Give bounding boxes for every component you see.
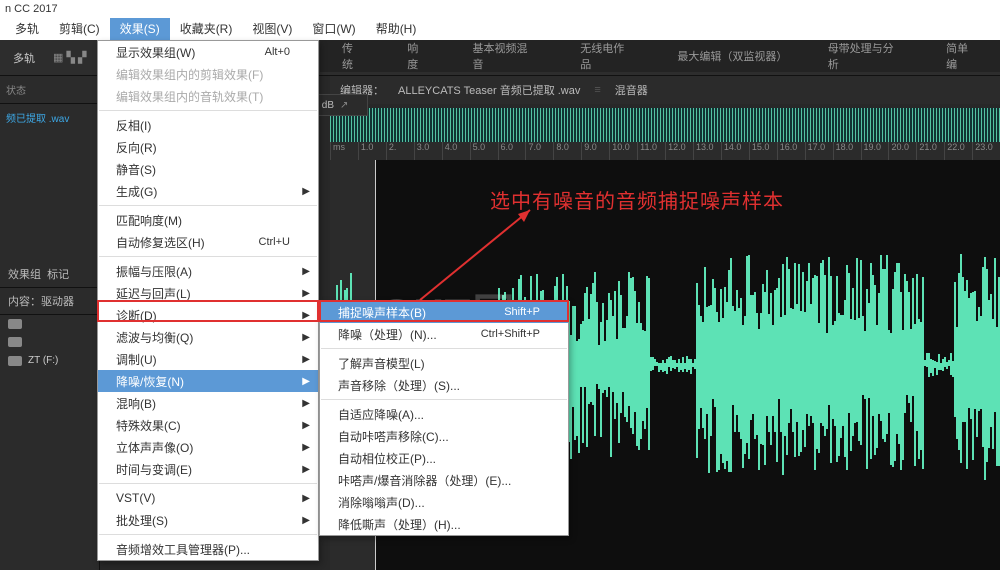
chevron-right-icon: ▶ (302, 442, 310, 453)
chevron-right-icon: ▶ (302, 266, 310, 277)
menu-item[interactable]: 反向(R) (98, 136, 318, 158)
menu-item[interactable]: 收藏夹(R) (170, 18, 243, 40)
menu-item: 编辑效果组内的剪辑效果(F) (98, 63, 318, 85)
menu-item[interactable]: 生成(G)▶ (98, 180, 318, 202)
menu-item[interactable]: 混响(B)▶ (98, 392, 318, 414)
time-ruler[interactable]: ms1.02.3.04.05.06.07.08.09.010.011.012.0… (330, 142, 1000, 160)
content-row[interactable]: 内容：驱动器 (0, 288, 99, 315)
menu-item[interactable]: 立体声声像(O)▶ (98, 436, 318, 458)
menu-item[interactable]: VST(V)▶ (98, 487, 318, 509)
noise-submenu[interactable]: 捕捉噪声样本(B)Shift+P降噪（处理）(N)...Ctrl+Shift+P… (319, 300, 569, 536)
workspace-switcher: 传统响度基本视频混音无线电作品最大编辑（双监视器）母带处理与分析简单编 (320, 40, 1000, 72)
toolbar-tab[interactable]: 多轨 (5, 50, 43, 66)
menu-item[interactable]: 自适应降噪(A)... (320, 403, 568, 425)
menu-item[interactable]: 音频增效工具管理器(P)... (98, 538, 318, 560)
menu-icon[interactable]: ≡ (594, 84, 600, 96)
workspace-tab[interactable]: 无线电作品 (558, 40, 655, 72)
menu-item[interactable]: 降噪/恢复(N)▶ (98, 370, 318, 392)
chevron-right-icon: ▶ (302, 354, 310, 365)
chevron-right-icon: ▶ (302, 464, 310, 475)
menu-item[interactable]: 反相(I) (98, 114, 318, 136)
menu-item[interactable]: 剪辑(C) (49, 18, 110, 40)
panel-tabs[interactable]: 效果组 标记 (0, 261, 99, 288)
waveform-overview[interactable] (330, 108, 1000, 142)
menu-item[interactable]: 效果(S) (110, 18, 170, 40)
chevron-right-icon: ▶ (302, 420, 310, 431)
workspace-tab[interactable]: 基本视频混音 (451, 40, 559, 72)
workspace-tab[interactable]: 传统 (320, 40, 385, 72)
workspace-tab[interactable]: 最大编辑（双监视器） (655, 48, 805, 64)
workspace-tab[interactable]: 响度 (385, 40, 450, 72)
menu-item[interactable]: 匹配响度(M) (98, 209, 318, 231)
menu-item[interactable]: 捕捉噪声样本(B)Shift+P (320, 301, 568, 323)
menu-item[interactable]: 消除嗡嗡声(D)... (320, 491, 568, 513)
workspace-tab[interactable]: 简单编 (924, 40, 1000, 72)
drive-item[interactable] (0, 315, 99, 333)
menu-item[interactable]: 显示效果组(W)Alt+0 (98, 41, 318, 63)
menu-item[interactable]: 时间与变调(E)▶ (98, 458, 318, 480)
toolbar-icons[interactable]: ▦ ▚ ▞ (53, 51, 86, 64)
menu-item[interactable]: 自动相位校正(P)... (320, 447, 568, 469)
menu-item[interactable]: 声音移除（处理）(S)... (320, 374, 568, 396)
menu-item[interactable]: 了解声音模型(L) (320, 352, 568, 374)
drive-icon (8, 356, 22, 366)
chevron-right-icon: ▶ (302, 376, 310, 387)
drive-item[interactable] (0, 333, 99, 351)
menu-item[interactable]: 调制(U)▶ (98, 348, 318, 370)
menu-item[interactable]: 批处理(S)▶ (98, 509, 318, 531)
chevron-right-icon: ▶ (302, 288, 310, 299)
menu-item: 编辑效果组内的音轨效果(T) (98, 85, 318, 107)
menu-item[interactable]: 振幅与压限(A)▶ (98, 260, 318, 282)
chevron-right-icon: ▶ (302, 493, 310, 504)
menu-item[interactable]: 自动咔嗒声移除(C)... (320, 425, 568, 447)
menu-item[interactable]: 延迟与回声(L)▶ (98, 282, 318, 304)
menu-item[interactable]: 降低嘶声（处理）(H)... (320, 513, 568, 535)
file-item[interactable]: 频已提取 .wav (0, 104, 99, 131)
chevron-right-icon: ▶ (302, 186, 310, 197)
arrow-icon: ↗ (340, 100, 348, 111)
menu-item[interactable]: 滤波与均衡(Q)▶ (98, 326, 318, 348)
workspace-tab[interactable]: 母带处理与分析 (806, 40, 924, 72)
menu-item[interactable]: 诊断(D)▶ (98, 304, 318, 326)
menu-bar: 多轨剪辑(C)效果(S)收藏夹(R)视图(V)窗口(W)帮助(H) (0, 18, 1000, 40)
chevron-right-icon: ▶ (302, 332, 310, 343)
menu-item[interactable]: 咔嗒声/爆音消除器（处理）(E)... (320, 469, 568, 491)
menu-item[interactable]: 多轨 (5, 18, 49, 40)
chevron-right-icon: ▶ (302, 310, 310, 321)
drive-icon (8, 319, 22, 329)
annotation-text: 选中有噪音的音频捕捉噪声样本 (490, 185, 784, 214)
menu-item[interactable]: 帮助(H) (366, 18, 427, 40)
left-panel: 状态 频已提取 .wav 效果组 标记 内容：驱动器 ZT (F:) (0, 76, 100, 570)
menu-item[interactable]: 视图(V) (242, 18, 302, 40)
menu-item[interactable]: 自动修复选区(H)Ctrl+U (98, 231, 318, 253)
editor-tabs[interactable]: 编辑器：ALLEYCATS Teaser 音频已提取 .wav ≡ 混音器 (330, 76, 1000, 104)
drive-item[interactable]: ZT (F:) (0, 351, 99, 370)
chevron-right-icon: ▶ (302, 398, 310, 409)
menu-item[interactable]: 窗口(W) (302, 18, 365, 40)
effects-menu[interactable]: 显示效果组(W)Alt+0编辑效果组内的剪辑效果(F)编辑效果组内的音轨效果(T… (97, 40, 319, 561)
menu-item[interactable]: 静音(S) (98, 158, 318, 180)
status-label: 状态 (0, 76, 99, 104)
title-bar: n CC 2017 (0, 0, 1000, 18)
menu-item[interactable]: 降噪（处理）(N)...Ctrl+Shift+P (320, 323, 568, 345)
drive-icon (8, 337, 22, 347)
menu-item[interactable]: 特殊效果(C)▶ (98, 414, 318, 436)
chevron-right-icon: ▶ (302, 515, 310, 526)
